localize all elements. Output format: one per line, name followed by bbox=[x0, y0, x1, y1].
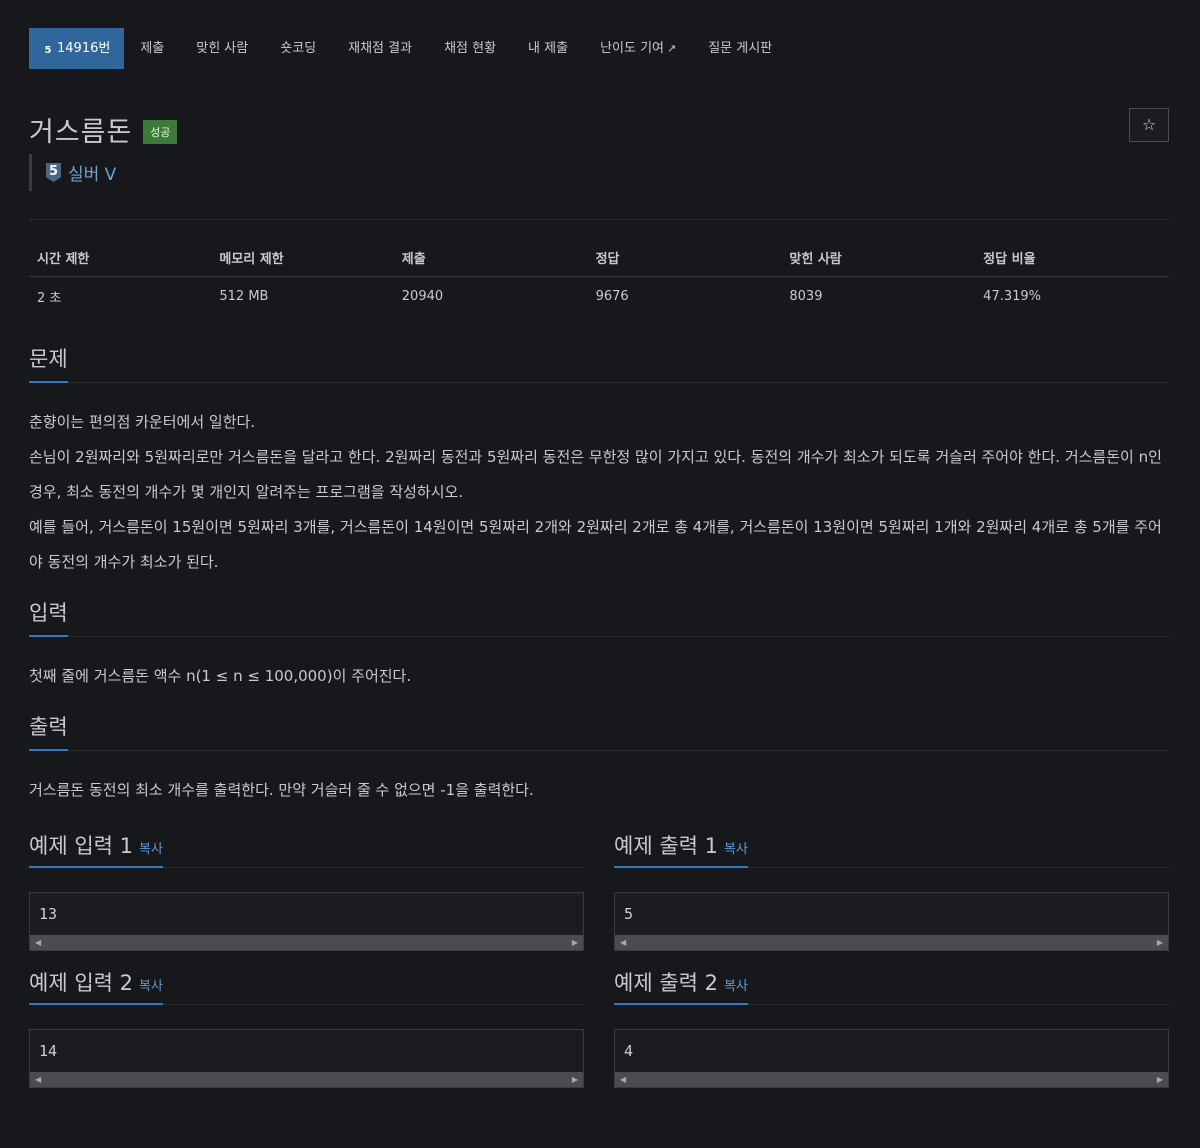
samples-grid: 예제 입력 1 복사 13 ◀ ▶ 예제 출력 1 복사 5 ◀ ▶ 예제 입력… bbox=[29, 834, 1169, 1108]
problem-page: 5 14916번 제출 맞힌 사람 숏코딩 재채점 결과 채점 현황 내 제출 난… bbox=[29, 28, 1169, 1108]
output-description: 거스름돈 동전의 최소 개수를 출력한다. 만약 거슬러 줄 수 없으면 -1을… bbox=[29, 773, 1169, 808]
problem-paragraph: 춘향이는 편의점 카운터에서 일한다. bbox=[29, 413, 256, 431]
status-badge: 성공 bbox=[143, 119, 178, 144]
sample-header: 예제 출력 1 복사 bbox=[614, 834, 1169, 868]
scroll-left-icon[interactable]: ◀ bbox=[35, 935, 41, 950]
scroll-right-icon[interactable]: ▶ bbox=[572, 1072, 578, 1087]
time-limit-value: 2 초 bbox=[37, 291, 62, 306]
star-icon[interactable]: ☆ bbox=[1129, 108, 1169, 142]
divider bbox=[29, 219, 1169, 220]
accepted-value: 9676 bbox=[595, 289, 629, 304]
external-link-icon: ↗ bbox=[667, 42, 677, 55]
sample-input-2: 예제 입력 2 복사 14 ◀ ▶ bbox=[29, 971, 584, 1088]
memory-limit-value: 512 MB bbox=[219, 289, 269, 304]
sample-header: 예제 출력 2 복사 bbox=[614, 971, 1169, 1005]
sample-title: 예제 출력 2 복사 bbox=[614, 971, 748, 1005]
tab-short-coding[interactable]: 숏코딩 bbox=[264, 28, 332, 69]
problem-paragraph: 손님이 2원짜리와 5원짜리로만 거스름돈을 달라고 한다. 2원짜리 동전과 … bbox=[29, 448, 1162, 501]
sample-box: 13 ◀ ▶ bbox=[29, 892, 584, 951]
table-header-row: 시간 제한 메모리 제한 제출 정답 맞힌 사람 정답 비율 bbox=[29, 238, 1169, 277]
problem-menu-tabs: 5 14916번 제출 맞힌 사람 숏코딩 재채점 결과 채점 현황 내 제출 난… bbox=[29, 28, 1169, 69]
tab-difficulty-contribution[interactable]: 난이도 기여 ↗ bbox=[584, 28, 692, 69]
sample-value: 13 bbox=[39, 905, 58, 923]
problem-section-header: 문제 bbox=[29, 344, 1169, 383]
sample-value: 5 bbox=[624, 905, 634, 923]
copy-button[interactable]: 복사 bbox=[724, 842, 748, 857]
header-submissions: 제출 bbox=[393, 238, 588, 277]
header-solved-users: 맞힌 사람 bbox=[781, 238, 976, 277]
sample-title: 예제 출력 1 복사 bbox=[614, 834, 748, 868]
sample-title-text: 예제 출력 1 bbox=[614, 834, 718, 858]
problem-title: 거스름돈 bbox=[29, 117, 133, 148]
tab-question-board[interactable]: 질문 게시판 bbox=[692, 28, 788, 69]
sample-title: 예제 입력 1 복사 bbox=[29, 834, 163, 868]
sample-title-text: 예제 입력 1 bbox=[29, 834, 133, 858]
sample-header: 예제 입력 1 복사 bbox=[29, 834, 584, 868]
output-paragraph: 거스름돈 동전의 최소 개수를 출력한다. 만약 거슬러 줄 수 없으면 -1을… bbox=[29, 781, 534, 799]
tier-label[interactable]: 실버 V bbox=[68, 160, 116, 185]
problem-info-table: 시간 제한 메모리 제한 제출 정답 맞힌 사람 정답 비율 2 초 512 M… bbox=[29, 238, 1169, 314]
scroll-left-icon[interactable]: ◀ bbox=[620, 1072, 626, 1087]
sample-box: 14 ◀ ▶ bbox=[29, 1029, 584, 1088]
section-title: 입력 bbox=[29, 598, 68, 637]
horizontal-scrollbar[interactable]: ◀ ▶ bbox=[30, 1072, 583, 1087]
header-accepted: 정답 bbox=[587, 238, 782, 277]
sample-title-text: 예제 출력 2 bbox=[614, 971, 718, 995]
scroll-right-icon[interactable]: ▶ bbox=[572, 935, 578, 950]
scroll-right-icon[interactable]: ▶ bbox=[1157, 1072, 1163, 1087]
scroll-right-icon[interactable]: ▶ bbox=[1157, 935, 1163, 950]
input-paragraph: 첫째 줄에 거스름돈 액수 n(1 ≤ n ≤ 100,000)이 주어진다. bbox=[29, 667, 412, 685]
scroll-left-icon[interactable]: ◀ bbox=[35, 1072, 41, 1087]
header-memory-limit: 메모리 제한 bbox=[211, 238, 394, 277]
sample-title-text: 예제 입력 2 bbox=[29, 971, 133, 995]
tab-label: 14916번 bbox=[57, 41, 111, 56]
problem-tier: 5 실버 V bbox=[29, 154, 1169, 191]
silver-tier-mini-icon: 5 bbox=[44, 45, 52, 56]
header-accept-ratio: 정답 비율 bbox=[975, 238, 1169, 277]
tab-label: 난이도 기여 bbox=[600, 41, 664, 56]
tab-judge-status[interactable]: 채점 현황 bbox=[428, 28, 512, 69]
accept-ratio-value: 47.319% bbox=[983, 289, 1042, 304]
sample-value: 4 bbox=[624, 1042, 634, 1060]
sample-box: 4 ◀ ▶ bbox=[614, 1029, 1169, 1088]
sample-title: 예제 입력 2 복사 bbox=[29, 971, 163, 1005]
copy-button[interactable]: 복사 bbox=[139, 979, 163, 994]
section-title: 출력 bbox=[29, 712, 68, 751]
tab-problem-number[interactable]: 5 14916번 bbox=[29, 28, 125, 69]
section-title: 문제 bbox=[29, 344, 68, 383]
horizontal-scrollbar[interactable]: ◀ ▶ bbox=[615, 935, 1168, 950]
output-section-header: 출력 bbox=[29, 712, 1169, 751]
problem-title-row: 거스름돈 성공 ☆ bbox=[29, 108, 1169, 148]
table-row: 2 초 512 MB 20940 9676 8039 47.319% bbox=[29, 277, 1169, 315]
horizontal-scrollbar[interactable]: ◀ ▶ bbox=[615, 1072, 1168, 1087]
scroll-left-icon[interactable]: ◀ bbox=[620, 935, 626, 950]
sample-value: 14 bbox=[39, 1042, 58, 1060]
input-description: 첫째 줄에 거스름돈 액수 n(1 ≤ n ≤ 100,000)이 주어진다. bbox=[29, 659, 1169, 694]
silver-tier-icon: 5 bbox=[46, 163, 61, 182]
sample-output-1: 예제 출력 1 복사 5 ◀ ▶ bbox=[614, 834, 1169, 951]
header-time-limit: 시간 제한 bbox=[29, 238, 212, 277]
tab-solved-users[interactable]: 맞힌 사람 bbox=[180, 28, 264, 69]
tab-submit[interactable]: 제출 bbox=[124, 28, 180, 69]
copy-button[interactable]: 복사 bbox=[139, 842, 163, 857]
problem-description: 춘향이는 편의점 카운터에서 일한다. 손님이 2원짜리와 5원짜리로만 거스름… bbox=[29, 405, 1169, 580]
sample-header: 예제 입력 2 복사 bbox=[29, 971, 584, 1005]
sample-input-1: 예제 입력 1 복사 13 ◀ ▶ bbox=[29, 834, 584, 951]
input-section-header: 입력 bbox=[29, 598, 1169, 637]
horizontal-scrollbar[interactable]: ◀ ▶ bbox=[30, 935, 583, 950]
sample-output-2: 예제 출력 2 복사 4 ◀ ▶ bbox=[614, 971, 1169, 1088]
solved-users-value: 8039 bbox=[789, 289, 823, 304]
problem-paragraph: 예를 들어, 거스름돈이 15원이면 5원짜리 3개를, 거스름돈이 14원이면… bbox=[29, 518, 1162, 571]
tab-my-submissions[interactable]: 내 제출 bbox=[512, 28, 584, 69]
submissions-value: 20940 bbox=[401, 289, 444, 304]
tab-rejudge-results[interactable]: 재채점 결과 bbox=[332, 28, 428, 69]
copy-button[interactable]: 복사 bbox=[724, 979, 748, 994]
sample-box: 5 ◀ ▶ bbox=[614, 892, 1169, 951]
